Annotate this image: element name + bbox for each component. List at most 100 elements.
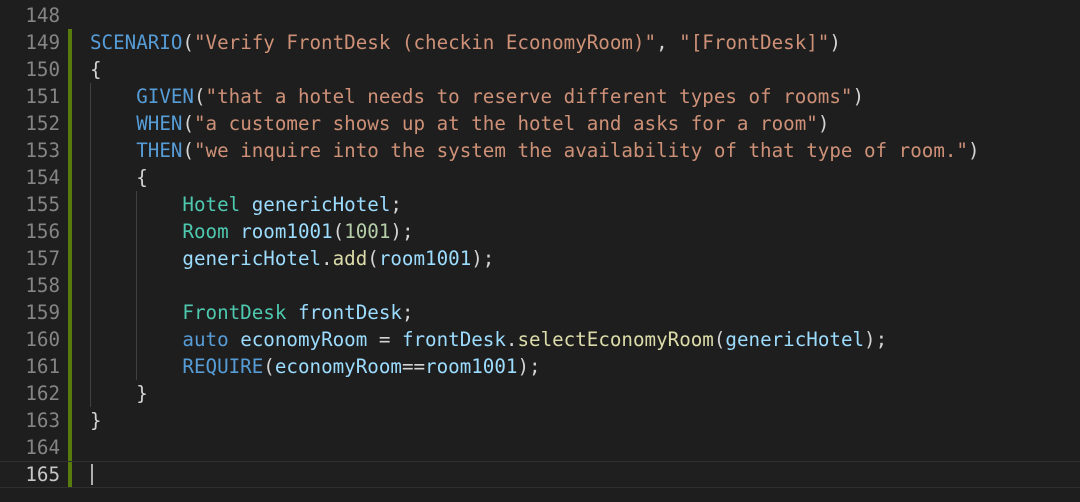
code-token: .	[505, 328, 518, 351]
code-line[interactable]: 157 genericHotel.add(room1001);	[0, 245, 1080, 272]
code-text: genericHotel.add(room1001);	[90, 245, 494, 272]
indent-guide	[136, 191, 138, 380]
text-cursor	[91, 464, 93, 485]
line-number: 152	[25, 112, 60, 135]
line-number: 158	[25, 274, 60, 297]
code-token: }	[90, 409, 102, 432]
modified-line-indicator	[68, 56, 72, 83]
modified-line-indicator	[68, 83, 72, 110]
code-line[interactable]: 159 FrontDesk frontDesk;	[0, 299, 1080, 326]
code-token: auto	[182, 328, 229, 351]
code-token: genericHotel	[251, 193, 391, 216]
modified-line-indicator	[68, 110, 72, 137]
code-token: add	[332, 247, 368, 270]
code-token: (	[193, 85, 206, 108]
code-token: );	[390, 220, 414, 243]
code-token: (	[332, 220, 345, 243]
line-number: 150	[25, 58, 60, 81]
code-line[interactable]: 160 auto economyRoom = frontDesk.selectE…	[0, 326, 1080, 353]
code-token: (	[367, 247, 379, 270]
line-number: 156	[25, 220, 60, 243]
code-token: (	[182, 139, 194, 162]
code-token: economyRoom	[240, 328, 368, 351]
code-token: (	[182, 112, 194, 135]
code-line[interactable]: 151 GIVEN("that a hotel needs to reserve…	[0, 83, 1080, 110]
code-line[interactable]: 158	[0, 272, 1080, 299]
code-token: "we inquire into the system the availabi…	[194, 139, 968, 162]
line-number: 151	[25, 85, 60, 108]
code-token: )	[817, 112, 830, 135]
modified-line-indicator	[68, 462, 72, 487]
line-number: 164	[25, 436, 60, 459]
indent-guide	[90, 83, 91, 407]
code-text: WHEN("a customer shows up at the hotel a…	[90, 110, 829, 137]
code-line[interactable]: 161 REQUIRE(economyRoom==room1001);	[0, 353, 1080, 380]
code-token: =	[367, 328, 402, 351]
code-line[interactable]: 156 Room room1001(1001);	[0, 218, 1080, 245]
code-token: "that a hotel needs to reserve different…	[205, 85, 853, 108]
line-number: 157	[25, 247, 60, 270]
code-line[interactable]: 149 SCENARIO("Verify FrontDesk (checkin E…	[0, 29, 1080, 56]
code-line[interactable]: 154 {	[0, 164, 1080, 191]
code-line[interactable]: 165	[0, 461, 1080, 488]
code-token: "Verify FrontDesk (checkin EconomyRoom)"	[193, 31, 657, 54]
code-token: )	[967, 139, 980, 162]
code-line[interactable]: 162 }	[0, 380, 1080, 407]
code-line[interactable]: 164	[0, 434, 1080, 461]
modified-line-indicator	[68, 29, 72, 56]
modified-line-indicator	[68, 272, 72, 299]
code-line[interactable]: 150 {	[0, 56, 1080, 83]
code-token: ;	[401, 301, 414, 324]
code-token: Room	[182, 220, 229, 243]
modified-line-indicator	[68, 353, 72, 380]
code-editor[interactable]: 148 149 SCENARIO("Verify FrontDesk (checki…	[0, 0, 1080, 502]
code-token: .	[321, 247, 333, 270]
code-line[interactable]: 163}	[0, 407, 1080, 434]
code-text: SCENARIO("Verify FrontDesk (checkin Econ…	[90, 29, 841, 56]
code-token: );	[517, 355, 541, 378]
code-text: }	[90, 380, 148, 407]
code-token: frontDesk	[297, 301, 402, 324]
modified-line-indicator	[68, 164, 72, 191]
code-text: {	[90, 164, 148, 191]
code-token: room1001	[425, 355, 518, 378]
code-text: Room room1001(1001);	[90, 218, 414, 245]
line-number: 154	[25, 166, 60, 189]
modified-line-indicator	[68, 299, 72, 326]
code-token: economyRoom	[274, 355, 402, 378]
code-line[interactable]: 153 THEN("we inquire into the system the…	[0, 137, 1080, 164]
code-token: (	[263, 355, 275, 378]
modified-line-indicator	[68, 380, 72, 407]
line-number: 163	[25, 409, 60, 432]
code-token: SCENARIO	[90, 31, 183, 54]
code-token: room1001	[378, 247, 472, 270]
line-number: 160	[25, 328, 60, 351]
code-text: GIVEN("that a hotel needs to reserve dif…	[90, 83, 864, 110]
code-token: THEN	[136, 139, 183, 162]
code-token: 1001	[344, 220, 391, 243]
code-token: GIVEN	[136, 85, 194, 108]
line-number: 149	[25, 31, 60, 54]
line-number: 155	[25, 193, 60, 216]
line-number: 159	[25, 301, 60, 324]
code-line[interactable]: 152 WHEN("a customer shows up at the hot…	[0, 110, 1080, 137]
code-text: auto economyRoom = frontDesk.selectEcono…	[90, 326, 887, 353]
modified-line-indicator	[68, 326, 72, 353]
code-text: FrontDesk frontDesk;	[90, 299, 413, 326]
code-token: ==	[401, 355, 426, 378]
code-line[interactable]: 155 Hotel genericHotel;	[0, 191, 1080, 218]
code-token: ;	[390, 193, 402, 216]
code-token: frontDesk	[401, 328, 506, 351]
code-token: WHEN	[136, 112, 183, 135]
modified-line-indicator	[68, 191, 72, 218]
code-line[interactable]: 148	[0, 2, 1080, 29]
line-number: 165	[25, 463, 60, 486]
line-number: 161	[25, 355, 60, 378]
